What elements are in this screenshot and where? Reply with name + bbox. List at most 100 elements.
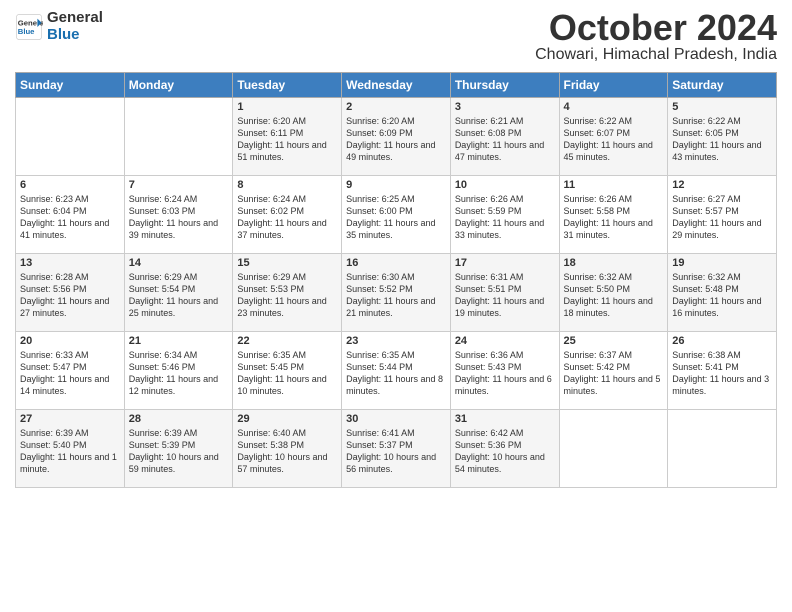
calendar-table: SundayMondayTuesdayWednesdayThursdayFrid…	[15, 72, 777, 488]
calendar-cell: 11 Sunrise: 6:26 AMSunset: 5:58 PMDayligh…	[559, 176, 668, 254]
day-number: 9	[346, 179, 446, 191]
week-row-2: 6Sunrise: 6:23 AMSunset: 6:04 PMDaylight…	[16, 176, 777, 254]
title-block: October 2024 Chowari, Himachal Pradesh, …	[535, 10, 777, 64]
svg-text:Blue: Blue	[18, 27, 35, 36]
weekday-header-thursday: Thursday	[450, 73, 559, 98]
day-number: 26	[672, 335, 772, 347]
calendar-cell	[16, 98, 125, 176]
day-number: 28	[129, 413, 229, 425]
calendar-cell: 14Sunrise: 6:29 AMSunset: 5:54 PMDayligh…	[124, 254, 233, 332]
calendar-cell	[559, 410, 668, 488]
logo-text-general: General	[47, 10, 103, 27]
cell-info: Sunrise: 6:35 AMSunset: 5:44 PMDaylight:…	[346, 349, 446, 398]
day-number: 19	[672, 257, 772, 269]
day-number: 20	[20, 335, 120, 347]
cell-info: Sunrise: 6:26 AMSunset: 5:59 PMDaylight:…	[455, 193, 555, 242]
cell-info: Sunrise: 6:35 AMSunset: 5:45 PMDaylight:…	[237, 349, 337, 398]
calendar-cell: 5 Sunrise: 6:22 AMSunset: 6:05 PMDaylight…	[668, 98, 777, 176]
cell-info: Sunrise: 6:39 AMSunset: 5:40 PMDaylight:…	[20, 427, 120, 476]
calendar-cell: 18 Sunrise: 6:32 AMSunset: 5:50 PMDayligh…	[559, 254, 668, 332]
cell-info: Sunrise: 6:31 AMSunset: 5:51 PMDaylight:…	[455, 271, 555, 320]
cell-info: Sunrise: 6:20 AMSunset: 6:09 PMDaylight:…	[346, 115, 446, 164]
day-number: 17	[455, 257, 555, 269]
cell-info: Sunrise: 6:21 AMSunset: 6:08 PMDaylight:…	[455, 115, 555, 164]
cell-info: Sunrise: 6:41 AMSunset: 5:37 PMDaylight:…	[346, 427, 446, 476]
day-number: 5	[672, 101, 772, 113]
calendar-cell: 3 Sunrise: 6:21 AMSunset: 6:08 PMDaylight…	[450, 98, 559, 176]
calendar-cell: 28Sunrise: 6:39 AMSunset: 5:39 PMDayligh…	[124, 410, 233, 488]
calendar-cell: 21 Sunrise: 6:34 AMSunset: 5:46 PMDayligh…	[124, 332, 233, 410]
day-number: 31	[455, 413, 555, 425]
week-row-1: 1Sunrise: 6:20 AMSunset: 6:11 PMDaylight…	[16, 98, 777, 176]
calendar-cell: 12 Sunrise: 6:27 AMSunset: 5:57 PMDayligh…	[668, 176, 777, 254]
day-number: 18	[564, 257, 664, 269]
cell-info: Sunrise: 6:33 AMSunset: 5:47 PMDaylight:…	[20, 349, 120, 398]
logo-text-blue: Blue	[47, 27, 103, 44]
cell-info: Sunrise: 6:42 AMSunset: 5:36 PMDaylight:…	[455, 427, 555, 476]
calendar-cell: 10Sunrise: 6:26 AMSunset: 5:59 PMDayligh…	[450, 176, 559, 254]
day-number: 15	[237, 257, 337, 269]
weekday-header-wednesday: Wednesday	[342, 73, 451, 98]
day-number: 8	[237, 179, 337, 191]
logo-icon: General Blue	[15, 13, 43, 41]
day-number: 14	[129, 257, 229, 269]
cell-info: Sunrise: 6:37 AMSunset: 5:42 PMDaylight:…	[564, 349, 664, 398]
day-number: 1	[237, 101, 337, 113]
cell-info: Sunrise: 6:22 AMSunset: 6:07 PMDaylight:…	[564, 115, 664, 164]
day-number: 13	[20, 257, 120, 269]
cell-info: Sunrise: 6:36 AMSunset: 5:43 PMDaylight:…	[455, 349, 555, 398]
cell-info: Sunrise: 6:30 AMSunset: 5:52 PMDaylight:…	[346, 271, 446, 320]
weekday-header-sunday: Sunday	[16, 73, 125, 98]
calendar-cell: 8 Sunrise: 6:24 AMSunset: 6:02 PMDaylight…	[233, 176, 342, 254]
calendar-cell	[668, 410, 777, 488]
cell-info: Sunrise: 6:26 AMSunset: 5:58 PMDaylight:…	[564, 193, 664, 242]
page: General Blue General Blue October 2024 C…	[0, 0, 792, 612]
day-number: 11	[564, 179, 664, 191]
cell-info: Sunrise: 6:40 AMSunset: 5:38 PMDaylight:…	[237, 427, 337, 476]
day-number: 3	[455, 101, 555, 113]
calendar-cell: 31 Sunrise: 6:42 AMSunset: 5:36 PMDayligh…	[450, 410, 559, 488]
cell-info: Sunrise: 6:32 AMSunset: 5:50 PMDaylight:…	[564, 271, 664, 320]
cell-info: Sunrise: 6:38 AMSunset: 5:41 PMDaylight:…	[672, 349, 772, 398]
calendar-cell: 1Sunrise: 6:20 AMSunset: 6:11 PMDaylight…	[233, 98, 342, 176]
day-number: 4	[564, 101, 664, 113]
cell-info: Sunrise: 6:32 AMSunset: 5:48 PMDaylight:…	[672, 271, 772, 320]
calendar-cell: 19 Sunrise: 6:32 AMSunset: 5:48 PMDayligh…	[668, 254, 777, 332]
cell-info: Sunrise: 6:22 AMSunset: 6:05 PMDaylight:…	[672, 115, 772, 164]
calendar-cell: 27Sunrise: 6:39 AMSunset: 5:40 PMDayligh…	[16, 410, 125, 488]
day-number: 21	[129, 335, 229, 347]
logo: General Blue General Blue	[15, 10, 103, 43]
calendar-cell: 29 Sunrise: 6:40 AMSunset: 5:38 PMDayligh…	[233, 410, 342, 488]
calendar-cell: 22 Sunrise: 6:35 AMSunset: 5:45 PMDayligh…	[233, 332, 342, 410]
weekday-header-saturday: Saturday	[668, 73, 777, 98]
day-number: 23	[346, 335, 446, 347]
day-number: 22	[237, 335, 337, 347]
calendar-cell: 7Sunrise: 6:24 AMSunset: 6:03 PMDaylight…	[124, 176, 233, 254]
week-row-4: 20 Sunrise: 6:33 AMSunset: 5:47 PMDayligh…	[16, 332, 777, 410]
day-number: 29	[237, 413, 337, 425]
calendar-cell: 9 Sunrise: 6:25 AMSunset: 6:00 PMDaylight…	[342, 176, 451, 254]
calendar-cell: 6Sunrise: 6:23 AMSunset: 6:04 PMDaylight…	[16, 176, 125, 254]
cell-info: Sunrise: 6:34 AMSunset: 5:46 PMDaylight:…	[129, 349, 229, 398]
cell-info: Sunrise: 6:25 AMSunset: 6:00 PMDaylight:…	[346, 193, 446, 242]
calendar-cell: 17 Sunrise: 6:31 AMSunset: 5:51 PMDayligh…	[450, 254, 559, 332]
week-row-5: 27Sunrise: 6:39 AMSunset: 5:40 PMDayligh…	[16, 410, 777, 488]
cell-info: Sunrise: 6:23 AMSunset: 6:04 PMDaylight:…	[20, 193, 120, 242]
weekday-header-row: SundayMondayTuesdayWednesdayThursdayFrid…	[16, 73, 777, 98]
calendar-cell: 25Sunrise: 6:37 AMSunset: 5:42 PMDayligh…	[559, 332, 668, 410]
month-title: October 2024	[535, 10, 777, 46]
calendar-cell: 20 Sunrise: 6:33 AMSunset: 5:47 PMDayligh…	[16, 332, 125, 410]
weekday-header-monday: Monday	[124, 73, 233, 98]
cell-info: Sunrise: 6:24 AMSunset: 6:03 PMDaylight:…	[129, 193, 229, 242]
cell-info: Sunrise: 6:29 AMSunset: 5:53 PMDaylight:…	[237, 271, 337, 320]
cell-info: Sunrise: 6:27 AMSunset: 5:57 PMDaylight:…	[672, 193, 772, 242]
weekday-header-friday: Friday	[559, 73, 668, 98]
location-title: Chowari, Himachal Pradesh, India	[535, 46, 777, 64]
cell-info: Sunrise: 6:24 AMSunset: 6:02 PMDaylight:…	[237, 193, 337, 242]
header: General Blue General Blue October 2024 C…	[15, 10, 777, 64]
week-row-3: 13Sunrise: 6:28 AMSunset: 5:56 PMDayligh…	[16, 254, 777, 332]
day-number: 24	[455, 335, 555, 347]
calendar-cell: 30Sunrise: 6:41 AMSunset: 5:37 PMDayligh…	[342, 410, 451, 488]
day-number: 12	[672, 179, 772, 191]
calendar-cell: 23 Sunrise: 6:35 AMSunset: 5:44 PMDayligh…	[342, 332, 451, 410]
